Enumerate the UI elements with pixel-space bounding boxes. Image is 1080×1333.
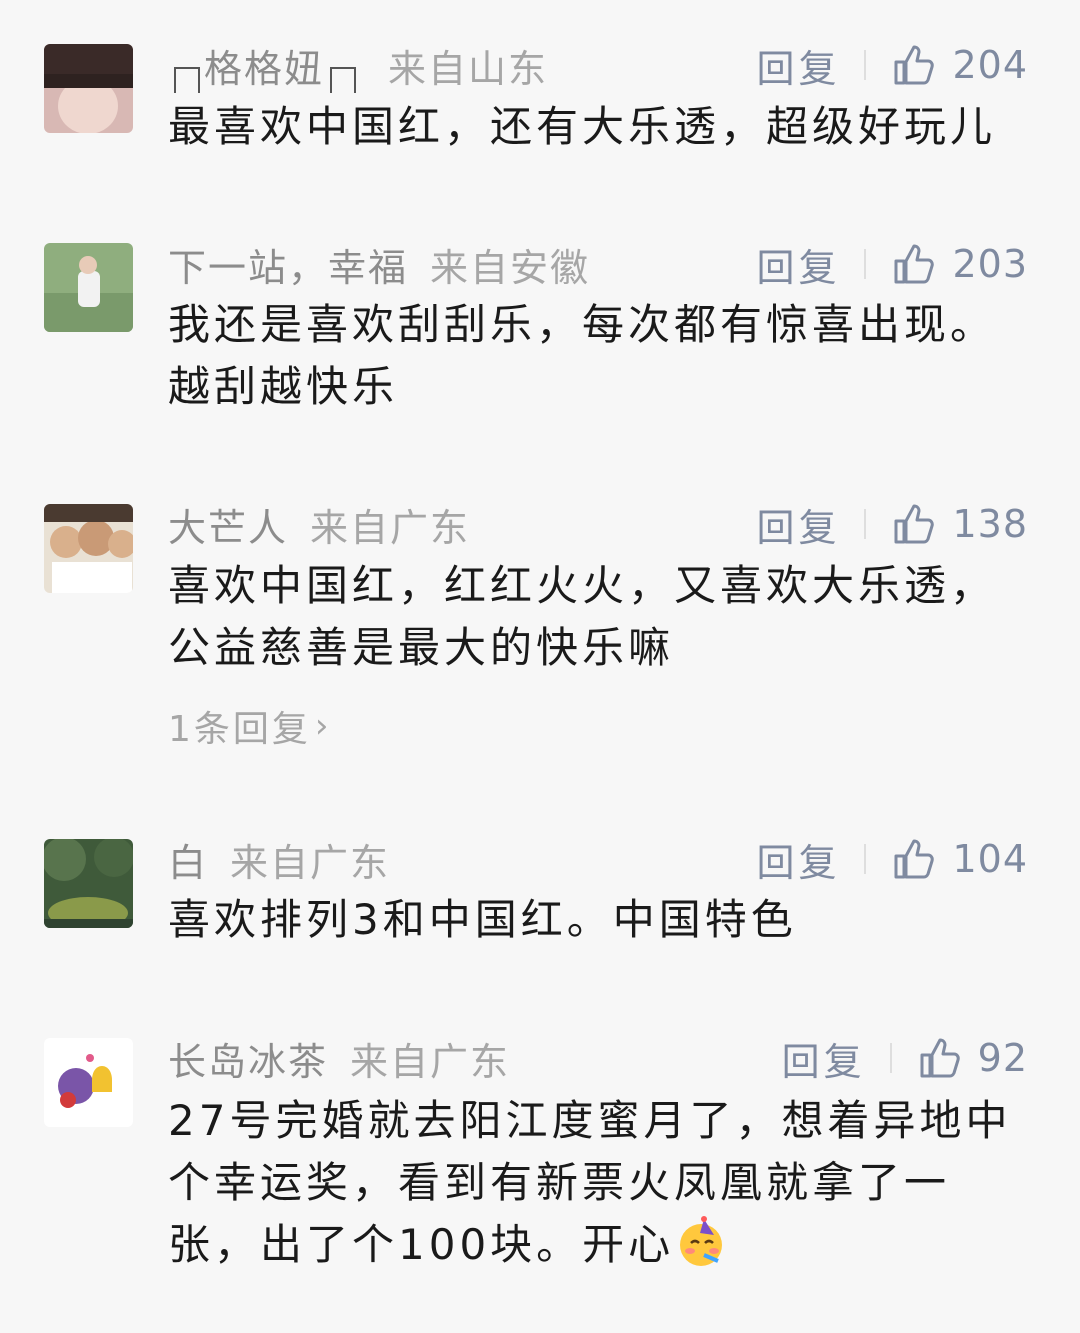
reply-button[interactable]: 回复	[782, 1031, 866, 1086]
comment-meta: 长岛冰茶 来自广东	[168, 1031, 511, 1086]
divider	[864, 50, 867, 80]
thumbs-up-icon[interactable]	[892, 837, 936, 881]
divider	[889, 1043, 892, 1073]
comment-meta: 下一站，幸福 来自安徽	[168, 237, 591, 292]
avatar[interactable]	[44, 1038, 133, 1127]
avatar[interactable]	[44, 504, 133, 593]
comment-actions: 回复 203	[756, 237, 1028, 292]
nickname[interactable]: 大芒人	[168, 497, 288, 552]
like-count: 203	[952, 242, 1028, 286]
avatar[interactable]	[44, 839, 133, 928]
avatar[interactable]	[44, 243, 133, 332]
comment-text: 最喜欢中国红，还有大乐透，超级好玩儿	[168, 102, 997, 151]
location: 来自广东	[350, 1039, 511, 1084]
bracket-icon	[168, 43, 204, 93]
reply-button[interactable]: 回复	[756, 38, 840, 93]
divider	[864, 844, 867, 874]
thumbs-up-icon[interactable]	[892, 43, 936, 87]
location: 来自安徽	[430, 245, 591, 290]
nickname[interactable]: 长岛冰茶	[168, 1031, 328, 1086]
party-face-icon	[674, 1215, 728, 1269]
like-count: 138	[952, 502, 1028, 546]
comment-meta: 格格妞 来自山东	[168, 38, 549, 93]
thumbs-up-icon[interactable]	[892, 242, 936, 286]
comment-text: 27号完婚就去阳江度蜜月了，想着异地中个幸运奖，看到有新票火凤凰就拿了一张，出了…	[168, 1090, 1028, 1276]
comment-actions: 回复 92	[782, 1031, 1028, 1086]
location: 来自广东	[310, 505, 471, 550]
divider	[864, 509, 867, 539]
view-replies-link[interactable]: 1条回复 ›	[168, 700, 332, 752]
thumbs-up-icon[interactable]	[892, 502, 936, 546]
avatar[interactable]	[44, 44, 133, 133]
bracket-icon	[324, 43, 360, 93]
like-count: 92	[977, 1036, 1028, 1080]
nickname[interactable]: 格格妞	[204, 38, 324, 93]
like-count: 104	[952, 837, 1028, 881]
location: 来自广东	[230, 840, 391, 885]
nickname[interactable]: 下一站，幸福	[168, 237, 408, 292]
like-count: 204	[952, 43, 1028, 87]
comment-meta: 大芒人 来自广东	[168, 497, 471, 552]
chevron-right-icon: ›	[314, 706, 332, 746]
comment-text: 喜欢中国红，红红火火，又喜欢大乐透，公益慈善是最大的快乐嘛	[168, 561, 997, 672]
comment-actions: 回复 104	[756, 832, 1028, 887]
reply-button[interactable]: 回复	[756, 497, 840, 552]
nickname[interactable]: 白	[168, 832, 208, 887]
reply-button[interactable]: 回复	[756, 832, 840, 887]
comment-text-body: 27号完婚就去阳江度蜜月了，想着异地中个幸运奖，看到有新票火凤凰就拿了一张，出了…	[168, 1096, 1012, 1269]
reply-button[interactable]: 回复	[756, 237, 840, 292]
replies-count-label: 1条回复	[168, 709, 311, 750]
divider	[864, 249, 867, 279]
thumbs-up-icon[interactable]	[918, 1036, 962, 1080]
comment-text: 我还是喜欢刮刮乐，每次都有惊喜出现。越刮越快乐	[168, 300, 997, 411]
comment-text: 喜欢排列3和中国红。中国特色	[168, 895, 797, 944]
comment-meta: 白 来自广东	[168, 832, 391, 887]
location: 来自山东	[388, 46, 549, 91]
comment-actions: 回复 204	[756, 38, 1028, 93]
comment-actions: 回复 138	[756, 497, 1028, 552]
